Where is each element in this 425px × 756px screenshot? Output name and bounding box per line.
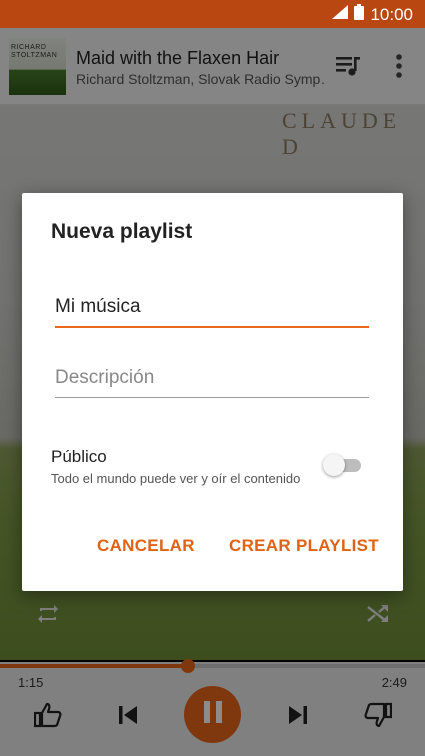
battery-icon <box>354 4 365 25</box>
public-toggle[interactable] <box>323 454 361 476</box>
signal-icon <box>332 5 349 24</box>
create-playlist-button[interactable]: CREAR PLAYLIST <box>229 536 379 556</box>
public-description: Todo el mundo puede ver y oír el conteni… <box>51 471 301 486</box>
description-field-underline <box>55 397 369 398</box>
playlist-description-input[interactable] <box>55 363 369 393</box>
toggle-knob <box>323 454 345 476</box>
dialog-title: Nueva playlist <box>51 220 193 243</box>
playlist-name-field <box>55 292 369 328</box>
playlist-description-field <box>55 363 369 399</box>
cancel-button[interactable]: CANCELAR <box>97 536 195 556</box>
status-time: 10:00 <box>370 4 413 24</box>
new-playlist-dialog: Nueva playlist Público Todo el mundo pue… <box>22 193 403 591</box>
status-bar: 10:00 <box>0 0 425 28</box>
name-field-underline <box>55 326 369 328</box>
public-label: Público <box>51 447 107 466</box>
status-icons: 10:00 <box>332 4 413 25</box>
playlist-name-input[interactable] <box>55 292 369 322</box>
